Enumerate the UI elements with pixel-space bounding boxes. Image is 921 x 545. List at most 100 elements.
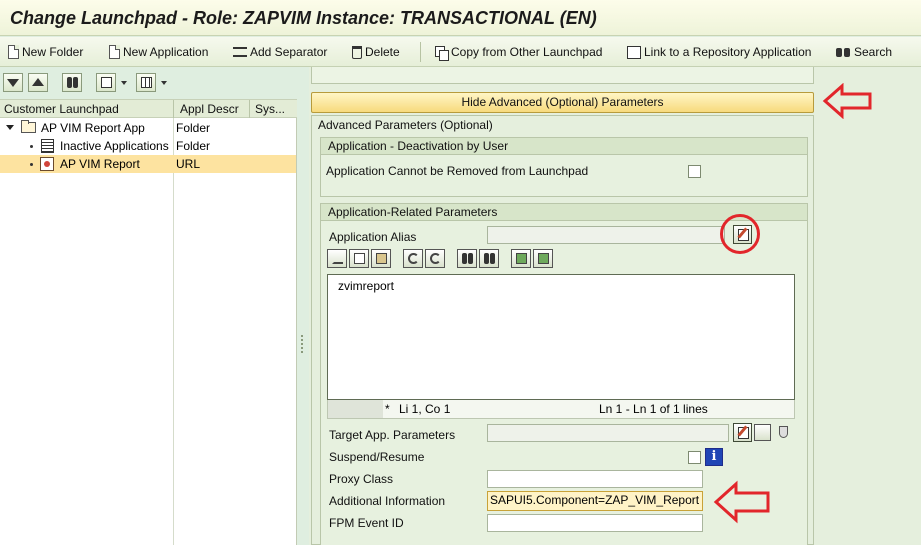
import-button[interactable] [511, 249, 531, 268]
link-repository-button[interactable]: Link to a Repository Application [627, 43, 811, 61]
parameter-help-icon[interactable] [754, 424, 771, 441]
folder-icon [21, 120, 36, 133]
tree-find-button[interactable] [62, 73, 82, 92]
proxy-class-field[interactable] [487, 470, 703, 488]
column-divider [173, 100, 174, 118]
flask-icon[interactable] [779, 426, 788, 438]
launchpad-tree: AP VIM Report App Folder Inactive Applic… [0, 118, 297, 545]
grid-icon [141, 77, 152, 88]
text-editor-toolbar [327, 249, 627, 271]
tree-row[interactable]: AP VIM Report App Folder [0, 119, 296, 137]
additional-information-field[interactable]: SAPUI5.Component=ZAP_VIM_Report [487, 491, 703, 511]
clipboard-icon [376, 253, 387, 264]
layout-dropdown-icon[interactable] [161, 81, 167, 85]
undo-button[interactable] [403, 249, 423, 268]
title-bar: Change Launchpad - Role: ZAPVIM Instance… [0, 0, 921, 36]
export-button[interactable] [533, 249, 553, 268]
new-page-icon [109, 45, 120, 59]
column-divider [173, 118, 174, 545]
target-app-parameters-field[interactable] [487, 424, 729, 442]
tree-row[interactable]: Inactive Applications Folder [0, 137, 296, 155]
url-icon [40, 157, 54, 171]
tree-row-label: Inactive Applications [60, 139, 169, 153]
detail-panel: Hide Advanced (Optional) Parameters Adva… [309, 67, 921, 545]
search-label: Search [854, 45, 893, 59]
editor-status-bar: * Li 1, Co 1 Ln 1 - Ln 1 of 1 lines [327, 400, 795, 419]
annotation-circle [720, 214, 760, 254]
expand-all-button[interactable] [3, 73, 23, 92]
copy-from-other-launchpad-button[interactable]: Copy from Other Launchpad [435, 43, 602, 61]
copy-from-other-label: Copy from Other Launchpad [451, 45, 603, 59]
tree-bullet [30, 145, 33, 148]
print-dropdown-icon[interactable] [121, 81, 127, 85]
new-application-button[interactable]: New Application [109, 43, 208, 61]
splitter-grip[interactable] [301, 335, 303, 353]
download-icon [538, 253, 549, 264]
scissors-icon [332, 253, 343, 264]
copy-icon [435, 45, 449, 61]
deactivation-group-title: Application - Deactivation by User [321, 138, 807, 155]
copy-icon [354, 253, 365, 264]
redo-icon [430, 253, 441, 264]
tree-row-desc: URL [176, 157, 201, 171]
separator-icon [233, 47, 247, 57]
alias-text-editor[interactable]: zvimreport [327, 274, 795, 400]
deactivation-group: Application - Deactivation by User Appli… [320, 137, 808, 197]
tree-row-label: AP VIM Report App [41, 121, 145, 135]
fpm-event-id-label: FPM Event ID [329, 516, 404, 530]
annotation-arrow-icon [822, 83, 872, 119]
upload-icon [516, 253, 527, 264]
cannot-remove-label: Application Cannot be Removed from Launc… [326, 164, 589, 178]
hide-advanced-parameters-button[interactable]: Hide Advanced (Optional) Parameters [311, 92, 814, 113]
paste-button[interactable] [371, 249, 391, 268]
application-alias-label: Application Alias [329, 230, 417, 244]
copy-button[interactable] [349, 249, 369, 268]
delete-label: Delete [365, 45, 400, 59]
status-cursor-position: Li 1, Co 1 [399, 402, 451, 416]
undo-icon [408, 253, 419, 264]
expand-icon [7, 79, 19, 87]
annotation-arrow-icon [713, 480, 770, 524]
add-separator-button[interactable]: Add Separator [233, 43, 327, 61]
search-button[interactable]: Search [836, 43, 892, 61]
additional-information-label: Additional Information [329, 494, 446, 508]
previous-section-frame [311, 67, 814, 84]
column-appl-descr[interactable]: Appl Descr [180, 102, 239, 116]
status-line-count: Ln 1 - Ln 1 of 1 lines [599, 402, 708, 416]
application-alias-field[interactable] [487, 226, 725, 244]
panel-splitter[interactable] [297, 67, 309, 545]
cannot-remove-checkbox[interactable] [688, 165, 701, 178]
new-page-icon [8, 45, 19, 59]
tree-layout-button[interactable] [136, 73, 156, 92]
delete-button[interactable]: Delete [352, 43, 400, 61]
fpm-event-id-field[interactable] [487, 514, 703, 532]
find-button[interactable] [457, 249, 477, 268]
column-sys[interactable]: Sys... [255, 102, 285, 116]
binoculars-icon [462, 253, 473, 264]
tree-row-selected[interactable]: AP VIM Report URL [0, 155, 296, 173]
target-edit-button[interactable] [733, 423, 752, 442]
suspend-resume-checkbox[interactable] [688, 451, 701, 464]
suspend-resume-label: Suspend/Resume [329, 450, 425, 464]
new-application-label: New Application [123, 45, 209, 59]
window-title: Change Launchpad - Role: ZAPVIM Instance… [10, 8, 597, 28]
find-next-button[interactable] [479, 249, 499, 268]
collapse-all-button[interactable] [28, 73, 48, 92]
cut-button[interactable] [327, 249, 347, 268]
info-icon[interactable]: i [705, 448, 723, 466]
tree-row-desc: Folder [176, 139, 211, 153]
collapse-icon [32, 78, 44, 86]
tree-row-label: AP VIM Report [60, 157, 140, 171]
print-icon [101, 77, 112, 88]
status-gutter [328, 400, 383, 418]
binoculars-icon [836, 46, 851, 58]
new-folder-button[interactable]: New Folder [8, 43, 83, 61]
list-icon [41, 139, 54, 153]
redo-button[interactable] [425, 249, 445, 268]
expand-arrow-icon[interactable] [6, 125, 14, 130]
status-modified-marker: * [385, 402, 390, 416]
binoculars-icon [67, 77, 78, 88]
tree-print-button[interactable] [96, 73, 116, 92]
tree-bullet [30, 163, 33, 166]
column-customer-launchpad[interactable]: Customer Launchpad [4, 102, 119, 116]
